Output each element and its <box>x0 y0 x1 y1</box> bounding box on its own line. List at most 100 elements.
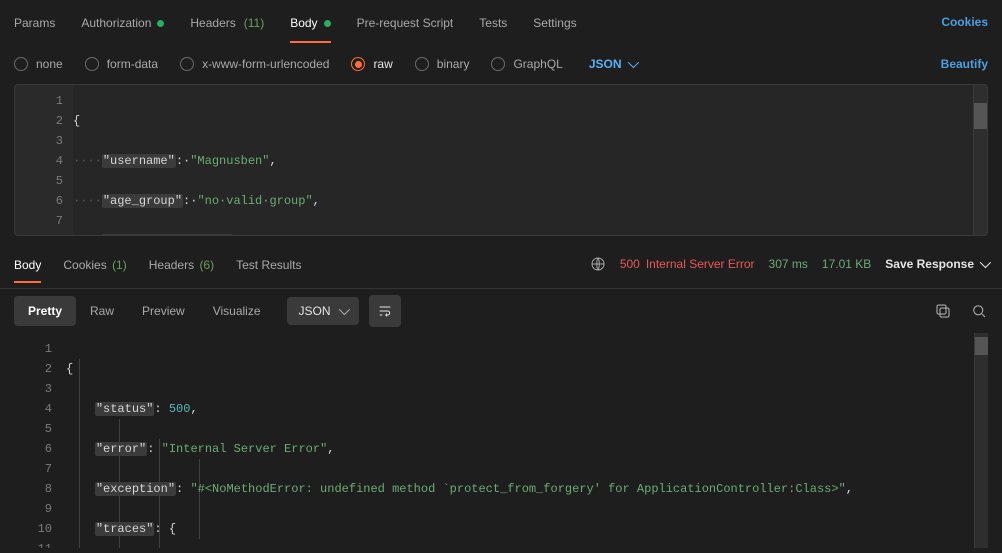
code: { <box>66 362 73 376</box>
code: , <box>327 442 334 456</box>
code: , <box>277 234 284 236</box>
scrollbar-thumb[interactable] <box>974 103 987 129</box>
tab-label: Pre-request Script <box>357 16 454 30</box>
response-view-mode: Pretty Raw Preview Visualize <box>14 296 275 326</box>
response-size: 17.01 KB <box>822 257 871 271</box>
code: ···· <box>73 154 102 168</box>
minimap-scrollbar[interactable] <box>974 333 988 548</box>
body-type-xform[interactable]: x-www-form-urlencoded <box>180 57 329 71</box>
tab-label: Body <box>14 258 41 272</box>
line-number: 3 <box>21 131 63 151</box>
radio-label: x-www-form-urlencoded <box>202 57 329 71</box>
body-content-type-select[interactable]: JSON <box>589 57 636 71</box>
code: , <box>190 402 197 416</box>
tab-label: Settings <box>533 16 576 30</box>
body-type-row: none form-data x-www-form-urlencoded raw… <box>0 44 1002 84</box>
status-dot-icon <box>157 20 164 27</box>
line-number: 5 <box>21 171 63 191</box>
body-content-type-label: JSON <box>589 57 622 71</box>
code: , <box>846 482 853 496</box>
tab-label: Params <box>14 16 55 30</box>
radio-label: raw <box>373 57 392 71</box>
line-number: 9 <box>20 499 52 519</box>
radio-label: none <box>36 57 63 71</box>
tab-authorization[interactable]: Authorization <box>81 2 164 42</box>
tab-settings[interactable]: Settings <box>533 2 576 42</box>
code: "error" <box>95 442 147 456</box>
resp-tab-body[interactable]: Body <box>14 246 41 282</box>
tab-body[interactable]: Body <box>290 2 330 42</box>
code: "traces" <box>95 522 155 536</box>
tab-prerequest[interactable]: Pre-request Script <box>357 2 454 42</box>
beautify-link[interactable]: Beautify <box>941 57 988 71</box>
body-type-binary[interactable]: binary <box>415 57 470 71</box>
tab-tests[interactable]: Tests <box>479 2 507 42</box>
pill-label: Visualize <box>213 304 261 318</box>
response-content-type-select[interactable]: JSON <box>287 297 359 325</box>
line-number: 3 <box>20 379 52 399</box>
minimap-scrollbar[interactable] <box>973 85 987 235</box>
request-tabs-left: Params Authorization Headers (11) Body P… <box>14 2 577 42</box>
scrollbar-thumb[interactable] <box>975 337 988 355</box>
radio-icon <box>85 57 99 71</box>
view-raw[interactable]: Raw <box>76 296 128 326</box>
line-number: 7 <box>21 211 63 231</box>
code: "#<NoMethodError: undefined method `prot… <box>190 482 845 496</box>
tab-label: Test Results <box>236 258 301 272</box>
radio-icon <box>491 57 505 71</box>
radio-icon <box>415 57 429 71</box>
radio-label: form-data <box>107 57 158 71</box>
response-body-viewer[interactable]: 1 2 3 4 5 6 7 8 9 10 11 { "status": 500,… <box>14 333 988 548</box>
view-preview[interactable]: Preview <box>128 296 199 326</box>
code: :· <box>176 154 190 168</box>
tab-label: Cookies <box>63 258 106 272</box>
code: "terms_of_service" <box>102 234 234 236</box>
chevron-down-icon <box>980 257 991 268</box>
request-body-editor[interactable]: 1 2 3 4 5 6 7 { ····"username":·"Magnusb… <box>14 84 988 236</box>
line-number: 4 <box>21 151 63 171</box>
save-response-label: Save Response <box>885 257 974 271</box>
response-subtabs-right <box>934 302 988 320</box>
radio-icon <box>351 57 365 71</box>
status-code: 500 <box>620 257 640 271</box>
body-type-graphql[interactable]: GraphQL <box>491 57 562 71</box>
resp-tab-cookies[interactable]: Cookies (1) <box>63 246 126 282</box>
body-type-none[interactable]: none <box>14 57 63 71</box>
tab-params[interactable]: Params <box>14 2 55 42</box>
request-tabs-right: Cookies <box>941 15 988 29</box>
cookies-link[interactable]: Cookies <box>941 15 988 29</box>
copy-icon[interactable] <box>934 302 952 320</box>
code-area[interactable]: { ····"username":·"Magnusben", ····"age_… <box>73 85 973 235</box>
code: "exception" <box>95 482 176 496</box>
code: { <box>169 522 176 536</box>
view-visualize[interactable]: Visualize <box>199 296 275 326</box>
code: "username" <box>102 154 176 168</box>
tab-label: Tests <box>479 16 507 30</box>
chevron-down-icon <box>627 57 638 68</box>
save-response-button[interactable]: Save Response <box>885 257 988 271</box>
body-type-row-right: Beautify <box>941 57 988 71</box>
response-subtabs-row: Pretty Raw Preview Visualize JSON <box>0 289 1002 333</box>
code-area: { "status": 500, "error": "Internal Serv… <box>62 333 974 548</box>
code: :· <box>233 234 247 236</box>
search-icon[interactable] <box>970 302 988 320</box>
line-number: 2 <box>21 111 63 131</box>
resp-tab-headers[interactable]: Headers (6) <box>149 246 214 282</box>
line-number: 2 <box>20 359 52 379</box>
code: true <box>248 234 277 236</box>
resp-tab-test-results[interactable]: Test Results <box>236 246 301 282</box>
body-type-form-data[interactable]: form-data <box>85 57 158 71</box>
radio-icon <box>180 57 194 71</box>
body-type-raw[interactable]: raw <box>351 57 392 71</box>
tab-label: Headers <box>190 16 235 30</box>
wrap-lines-button[interactable] <box>369 295 401 327</box>
line-number: 4 <box>20 399 52 419</box>
code: ···· <box>73 234 102 236</box>
code: ···· <box>73 194 102 208</box>
line-gutter: 1 2 3 4 5 6 7 8 9 10 11 <box>14 333 62 548</box>
code: "status" <box>95 402 155 416</box>
line-number: 5 <box>20 419 52 439</box>
view-pretty[interactable]: Pretty <box>14 296 76 326</box>
tab-headers[interactable]: Headers (11) <box>190 2 264 42</box>
pill-label: Raw <box>90 304 114 318</box>
